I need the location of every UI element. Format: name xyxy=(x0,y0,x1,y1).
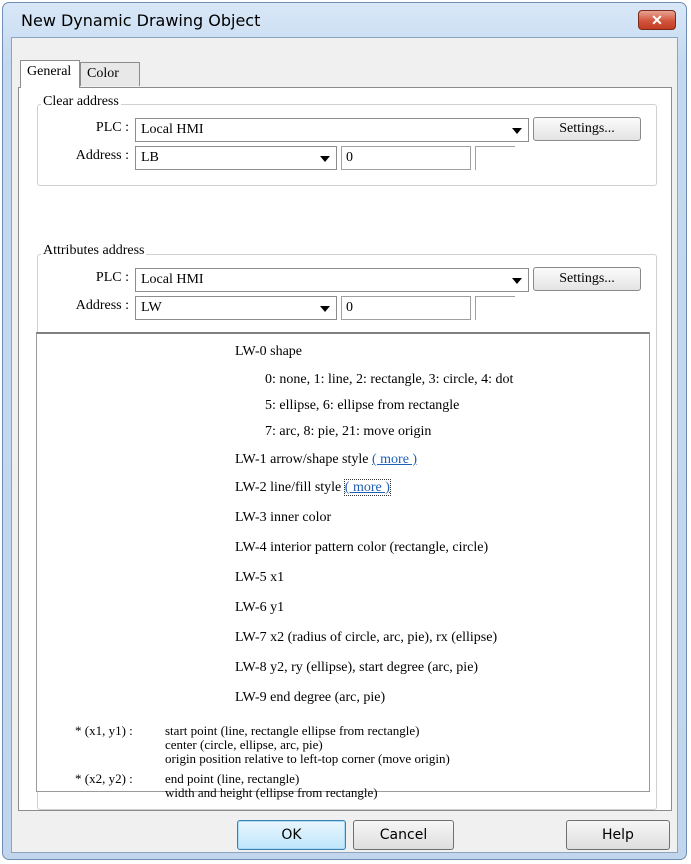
dialog-window: New Dynamic Drawing Object ✕ General Col… xyxy=(2,2,687,860)
ok-button[interactable]: OK xyxy=(237,820,346,850)
lw8-line: LW-8 y2, ry (ellipse), start degree (arc… xyxy=(235,660,479,675)
close-icon[interactable]: ✕ xyxy=(638,10,676,30)
note2-line-1: end point (line, rectangle) xyxy=(165,771,300,786)
lw7-line: LW-7 x2 (radius of circle, arc, pie), rx… xyxy=(235,630,498,645)
note1-line-2: center (circle, ellipse, arc, pie) xyxy=(165,737,323,752)
chevron-down-icon xyxy=(320,156,330,162)
attr-address-input[interactable]: 0 xyxy=(341,296,471,320)
clear-settings-button[interactable]: Settings... xyxy=(533,117,641,141)
lw0-option-line-3: 7: arc, 8: pie, 21: move origin xyxy=(265,424,432,439)
lw5-line: LW-5 x1 xyxy=(235,570,285,585)
lw1-line: LW-1 arrow/shape style ( more ) xyxy=(235,452,417,468)
lw3-line: LW-3 inner color xyxy=(235,510,332,525)
clear-plc-select[interactable]: Local HMI xyxy=(135,118,529,142)
window-title: New Dynamic Drawing Object xyxy=(21,11,261,30)
tab-color[interactable]: Color xyxy=(80,62,140,86)
note1-line-3: origin position relative to left-top cor… xyxy=(165,751,450,766)
lw2-line: LW-2 line/fill style ( more ) xyxy=(235,479,391,496)
lw1-label: LW-1 arrow/shape style xyxy=(235,452,369,467)
chevron-down-icon xyxy=(320,306,330,312)
lw4-line: LW-4 interior pattern color (rectangle, … xyxy=(235,540,489,555)
attr-plc-label: PLC : xyxy=(95,270,129,285)
clear-address-legend: Clear address xyxy=(41,94,121,110)
chevron-down-icon xyxy=(512,128,522,134)
lw0-option-line-1: 0: none, 1: line, 2: rectangle, 3: circl… xyxy=(265,372,514,387)
attr-settings-button[interactable]: Settings... xyxy=(533,267,641,291)
note1-key: * (x1, y1) : xyxy=(75,723,133,738)
clear-plc-value: Local HMI xyxy=(141,122,204,137)
chevron-down-icon xyxy=(512,278,522,284)
lw0-line: LW-0 shape xyxy=(235,344,302,359)
lw9-line: LW-9 end degree (arc, pie) xyxy=(235,690,386,705)
attr-address-label: Address : xyxy=(75,298,129,313)
cancel-button[interactable]: Cancel xyxy=(353,820,454,850)
dialog-client: General Color Clear address PLC : Local … xyxy=(11,37,678,853)
attr-device-select[interactable]: LW xyxy=(135,296,337,320)
title-bar[interactable]: New Dynamic Drawing Object ✕ xyxy=(3,3,686,37)
note1-line-1: start point (line, rectangle ellipse fro… xyxy=(165,723,420,738)
lw1-more-link[interactable]: ( more ) xyxy=(372,452,417,467)
lw2-more-link[interactable]: ( more ) xyxy=(343,479,391,496)
clear-plc-label: PLC : xyxy=(95,120,129,135)
attr-device-value: LW xyxy=(141,300,162,315)
help-button[interactable]: Help xyxy=(566,820,670,850)
clear-device-select[interactable]: LB xyxy=(135,146,337,170)
attribute-info-box: LW-0 shape 0: none, 1: line, 2: rectangl… xyxy=(36,332,650,800)
attributes-address-legend: Attributes address xyxy=(41,243,147,259)
attr-address-bit-input[interactable] xyxy=(475,296,515,320)
clear-address-label: Address : xyxy=(75,148,129,163)
attr-plc-value: Local HMI xyxy=(141,272,204,287)
tab-general[interactable]: General xyxy=(20,60,80,88)
note2-key: * (x2, y2) : xyxy=(75,771,133,786)
lw6-line: LW-6 y1 xyxy=(235,600,285,615)
note2-line-2: width and height (ellipse from rectangle… xyxy=(165,785,378,800)
clear-device-value: LB xyxy=(141,150,159,165)
clear-address-input[interactable]: 0 xyxy=(341,146,471,170)
lw0-option-line-2: 5: ellipse, 6: ellipse from rectangle xyxy=(265,398,460,413)
lw2-label: LW-2 line/fill style xyxy=(235,480,342,495)
attr-plc-select[interactable]: Local HMI xyxy=(135,268,529,292)
clear-address-bit-input[interactable] xyxy=(475,146,515,170)
